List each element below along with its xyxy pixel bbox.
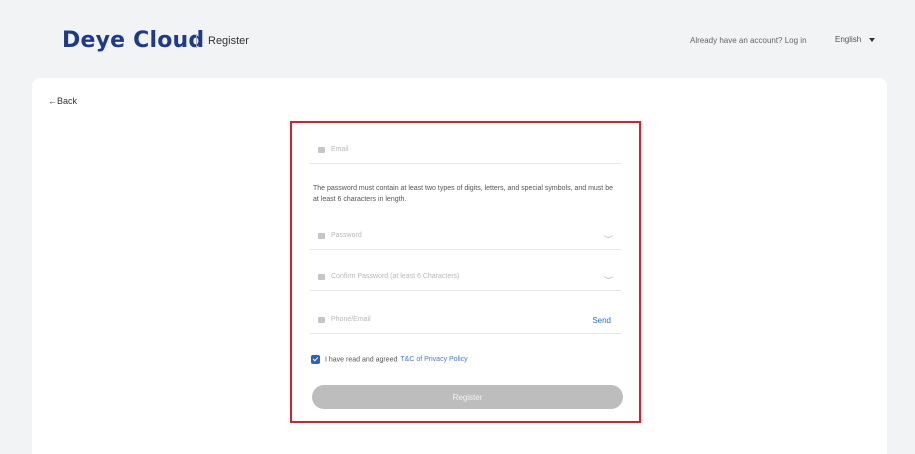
eye-closed-icon[interactable]: ︶: [604, 233, 613, 246]
language-selector[interactable]: English: [835, 35, 876, 44]
send-code-button[interactable]: Send: [592, 316, 611, 325]
register-form: Email The password must contain at least…: [290, 121, 641, 423]
header-divider: [196, 34, 197, 48]
language-label: English: [835, 35, 862, 44]
verification-placeholder: Phone/Email: [331, 316, 371, 323]
back-button[interactable]: ←Back: [48, 96, 77, 106]
login-link[interactable]: Already have an account? Log in: [690, 36, 807, 45]
lock-icon: [318, 274, 325, 280]
lock-icon: [318, 233, 325, 239]
shield-icon: [318, 317, 325, 323]
chevron-down-icon: [869, 37, 876, 42]
arrow-left-icon: ←: [48, 96, 57, 106]
agree-checkbox[interactable]: [311, 355, 320, 364]
privacy-policy-link[interactable]: T&C of Privacy Policy: [400, 356, 467, 363]
password-placeholder: Password: [331, 232, 362, 239]
email-field[interactable]: Email: [310, 141, 621, 164]
email-placeholder: Email: [331, 146, 349, 153]
top-header: Deye Cloud Register Already have an acco…: [0, 0, 915, 78]
register-button[interactable]: Register: [312, 385, 623, 409]
confirm-password-field[interactable]: Confirm Password (at least 6 Characters)…: [310, 268, 621, 291]
eye-closed-icon[interactable]: ︶: [604, 274, 613, 287]
confirm-password-placeholder: Confirm Password (at least 6 Characters): [331, 273, 460, 280]
deye-cloud-logo[interactable]: Deye Cloud: [62, 28, 204, 53]
agree-text: I have read and agreed: [325, 356, 398, 364]
password-hint: The password must contain at least two t…: [313, 185, 613, 203]
verification-field[interactable]: Phone/Email Send: [310, 311, 621, 334]
mail-icon: [318, 147, 325, 153]
back-label: Back: [57, 96, 78, 106]
agreement-row: I have read and agreed T&C of Privacy Pol…: [311, 355, 468, 364]
password-field[interactable]: Password ︶: [310, 227, 621, 250]
page-title: Register: [208, 35, 249, 47]
